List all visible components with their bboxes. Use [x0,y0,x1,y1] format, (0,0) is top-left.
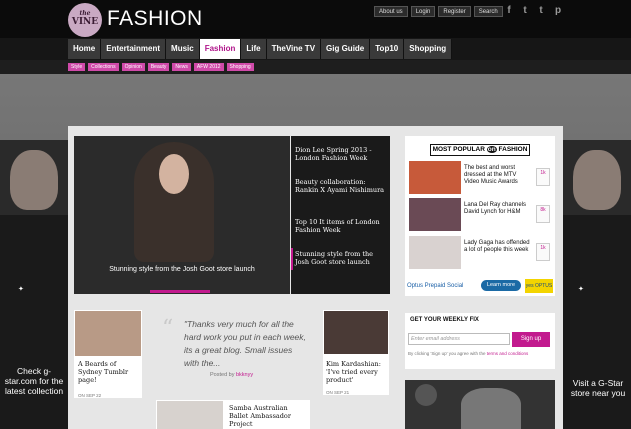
subnav-news[interactable]: News [172,63,191,71]
ad-model-image [461,388,521,429]
learn-more-button[interactable]: Learn more [481,280,521,291]
hero-caption: Stunning style from the Josh Goot store … [109,266,255,273]
tumblr-icon[interactable]: t [519,5,531,16]
search-link[interactable]: Search [473,6,503,17]
article-thumb [157,401,223,429]
facebook-icon[interactable]: f [503,5,515,16]
terms-note: By clicking 'Sign up' you agree with the… [408,351,529,356]
subnav-shopping[interactable]: Shopping [226,63,254,71]
subnav-style[interactable]: Style [68,63,86,71]
quote-text: "Thanks very much for all the hard work … [184,319,306,368]
hero-list-item[interactable]: Dion Lee Spring 2013 - London Fashion We… [295,146,385,162]
nav-top10[interactable]: Top10 [370,39,405,59]
optus-logo: yes OPTUS [525,279,553,293]
share-count[interactable]: 8k [536,205,550,223]
hero-list-item[interactable]: Beauty collaboration: Rankin X Ayami Nis… [295,178,385,194]
nav-entertainment[interactable]: Entertainment [101,39,167,59]
article-thumb [324,311,388,354]
newsletter-title: GET YOUR WEEKLY FIX [410,317,479,323]
login-link[interactable]: Login [410,6,436,17]
site-logo[interactable]: the VINE [68,3,102,37]
subnav-afw[interactable]: AFW 2012 [193,63,224,71]
hero-face [159,154,189,194]
share-count[interactable]: 1k [536,243,550,261]
gstar-logo-left: ✦ [18,286,24,293]
main-nav: Home Entertainment Music Fashion Life Th… [0,38,631,60]
register-link[interactable]: Register [438,6,471,17]
right-ad-text: Visit a G-Star store near you [570,378,626,398]
popular-title[interactable]: The best and worst dressed at the MTV Vi… [464,165,532,186]
about-us-link[interactable]: About us [374,6,408,17]
nav-gig-guide[interactable]: Gig Guide [321,39,371,59]
nav-music[interactable]: Music [166,39,200,59]
subnav-collections[interactable]: Collections [88,63,119,71]
gstar-logo-icon [415,384,437,406]
terms-link[interactable]: terms and conditions [487,351,529,356]
hero-list: Dion Lee Spring 2013 - London Fashion We… [291,136,390,294]
ad-model-coat [0,215,68,429]
article-title[interactable]: Samba Australian Ballet Ambassador Proje… [229,404,307,428]
pinterest-icon[interactable]: p [552,5,564,16]
active-indicator [291,248,293,270]
quote-mark: “ [162,316,174,341]
article-title[interactable]: A Beards of Sydney Tumblr page! [78,360,140,384]
popular-thumb[interactable] [409,161,461,194]
subnav-beauty[interactable]: Beauty [147,63,170,71]
share-count[interactable]: 1k [536,168,550,186]
popular-title[interactable]: Lady Gaga has offended a lot of people t… [464,240,532,254]
gstar-ad-box[interactable] [405,380,555,429]
left-ad-text: Check g-star.com for the latest collecti… [4,366,64,396]
article-thumb [75,311,141,356]
section-title: FASHION [107,7,203,30]
popular-thumb[interactable] [409,198,461,231]
article-date: ON SEP 21 [326,390,350,395]
subnav-opinion[interactable]: Opinion [121,63,145,71]
quote-byline: Posted by bkknyy [210,372,254,378]
email-input[interactable]: Enter email address [408,333,510,345]
nav-home[interactable]: Home [68,39,102,59]
nav-shopping[interactable]: Shopping [404,39,453,59]
popular-title[interactable]: Lana Del Ray channels David Lynch for H&… [464,202,532,216]
article-date: ON SEP 22 [78,393,102,398]
utility-links: About us Login Register Search [374,6,503,17]
hero-indicator [150,290,210,293]
hero-list-item[interactable]: Stunning style from the Josh Goot store … [295,250,385,266]
hero-list-item[interactable]: Top 10 It items of London Fashion Week [295,218,385,234]
most-popular-header: MOST POPULAR on FASHION [430,144,530,156]
nav-fashion[interactable]: Fashion [199,39,242,59]
sub-nav: Style Collections Opinion Beauty News AF… [0,60,631,74]
popular-thumb[interactable] [409,236,461,269]
ad-model-face [573,150,621,210]
quote-author-link[interactable]: bkknyy [236,372,253,378]
hero-feature[interactable]: Stunning style from the Josh Goot store … [74,136,290,294]
vine-badge-icon: on [486,146,497,153]
article-title[interactable]: Kim Kardashian: 'I've tried every produc… [326,360,388,384]
gstar-logo-right: ✦ [578,286,584,293]
nav-life[interactable]: Life [241,39,267,59]
ad-model-face [10,150,58,210]
signup-button[interactable]: Sign up [512,332,550,347]
twitter-icon[interactable]: t [535,5,547,16]
nav-thevine-tv[interactable]: TheVine TV [266,39,322,59]
